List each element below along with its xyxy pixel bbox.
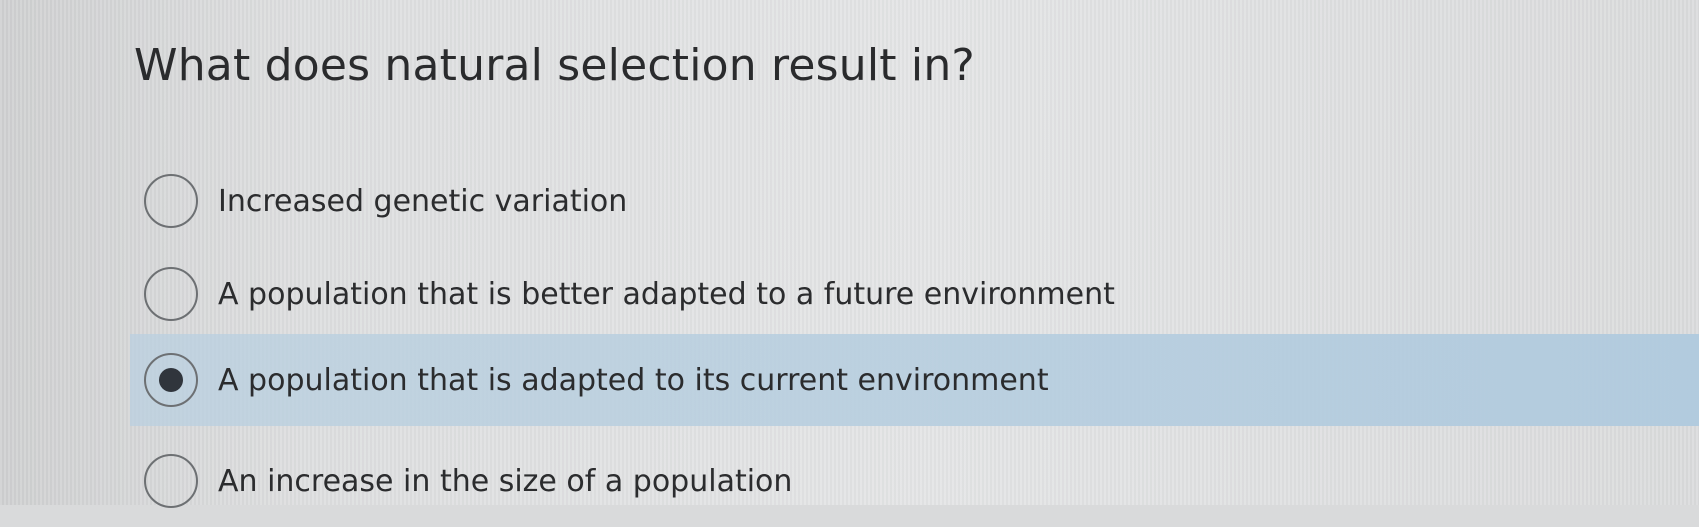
answer-option-increased-genetic-variation[interactable]: Increased genetic variation: [130, 155, 627, 247]
radio-button-unselected-icon[interactable]: [144, 454, 198, 508]
answer-options: Increased genetic variation A population…: [0, 0, 1699, 508]
answer-option-population-size[interactable]: An increase in the size of a population: [130, 435, 792, 527]
radio-button-selected-icon[interactable]: [144, 353, 198, 407]
answer-option-label: A population that is better adapted to a…: [218, 276, 1115, 312]
answer-option-future-environment[interactable]: A population that is better adapted to a…: [130, 248, 1115, 340]
radio-button-unselected-icon[interactable]: [144, 267, 198, 321]
answer-option-label: A population that is adapted to its curr…: [218, 362, 1049, 398]
answer-option-current-environment-selected[interactable]: A population that is adapted to its curr…: [130, 334, 1699, 426]
quiz-screen: What does natural selection result in? I…: [0, 0, 1699, 508]
radio-button-unselected-icon[interactable]: [144, 174, 198, 228]
answer-option-label: An increase in the size of a population: [218, 463, 793, 499]
answer-option-label: Increased genetic variation: [218, 183, 628, 219]
